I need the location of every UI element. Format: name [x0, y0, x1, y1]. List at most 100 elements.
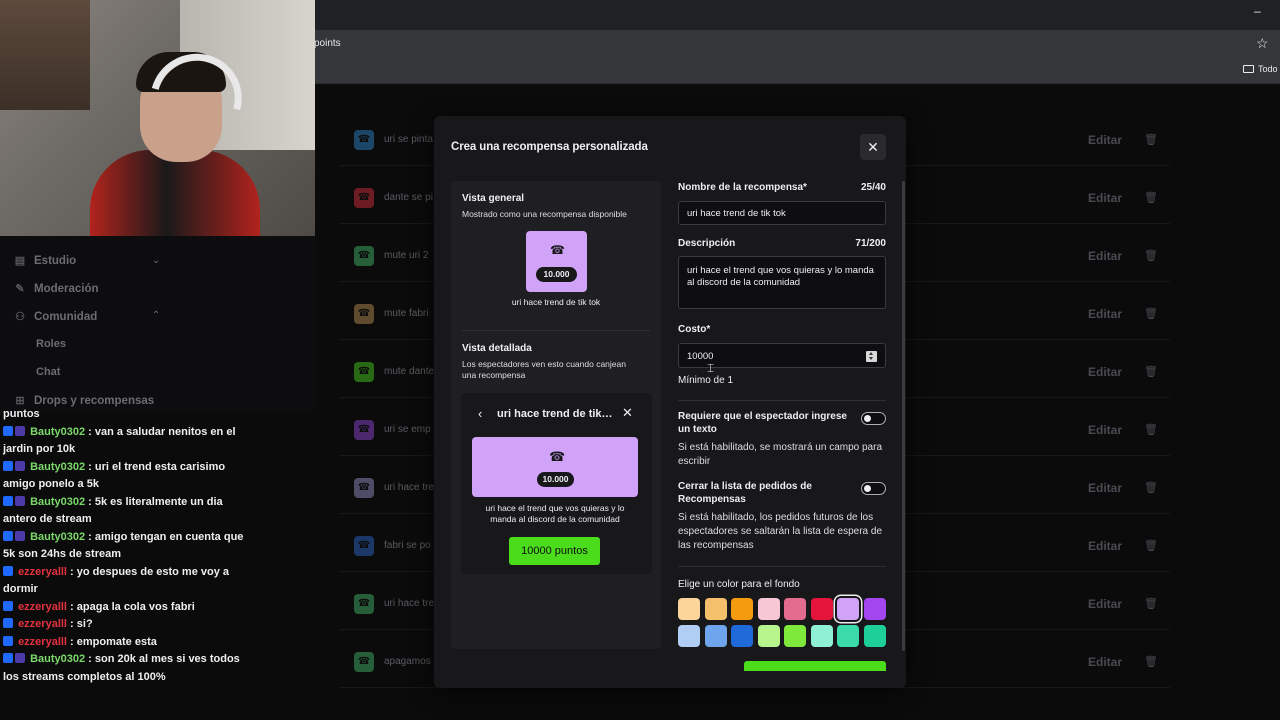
color-swatch[interactable]	[704, 625, 727, 647]
trash-icon[interactable]: 🗑	[1144, 307, 1158, 320]
edit-button[interactable]: Editar	[1088, 249, 1122, 263]
edit-button[interactable]: Editar	[1088, 133, 1122, 147]
cost-label: Costo*	[678, 324, 711, 335]
reward-form: Nombre de la recompensa* 25/40 uri hace …	[678, 181, 886, 671]
wrench-icon: ✎	[15, 283, 25, 295]
badge-icon	[3, 425, 13, 436]
color-swatch[interactable]	[731, 598, 753, 620]
chat-message: ezzeryalll : yo despues de esto me voy a…	[3, 565, 229, 595]
color-swatch[interactable]	[757, 625, 780, 647]
edit-button[interactable]: Editar	[1088, 423, 1122, 437]
color-swatch[interactable]	[837, 625, 859, 647]
trash-icon[interactable]: 🗑	[1144, 481, 1158, 494]
color-swatch[interactable]	[810, 598, 833, 620]
reward-icon: ☎	[354, 593, 374, 614]
trash-icon[interactable]: 🗑	[1144, 249, 1158, 262]
chevron-down-icon[interactable]: ⌄	[152, 255, 160, 266]
creator-sidebar: ▤ Estudio ⌄ ✎ Moderación ⚇ Comunidad ⌃ Role…	[0, 236, 315, 411]
sidebar-subitem-roles[interactable]: Roles	[36, 338, 66, 350]
chat-username[interactable]: ezzeryalll	[18, 618, 67, 630]
cost-badge: 10.000	[536, 267, 577, 282]
chat-text: empomate esta	[76, 635, 157, 648]
color-swatch[interactable]	[704, 598, 727, 620]
sidebar-item-studio[interactable]: ▤ Estudio	[14, 254, 76, 268]
redeem-button[interactable]: 10000 puntos	[509, 537, 600, 565]
trash-icon[interactable]: 🗑	[1144, 597, 1158, 610]
chevron-left-icon[interactable]: ‹	[478, 406, 482, 421]
reward-title: mute fabri	[384, 308, 429, 319]
chat-username[interactable]: ezzeryalll	[18, 636, 67, 648]
modal-scrollbar[interactable]	[902, 181, 905, 651]
color-swatch[interactable]	[810, 625, 833, 647]
color-picker-label: Elige un color para el fondo	[678, 579, 800, 590]
color-swatch[interactable]	[757, 598, 780, 620]
color-swatch[interactable]	[784, 598, 806, 620]
badge-icon	[3, 653, 13, 663]
save-button[interactable]	[744, 661, 886, 671]
chat-username[interactable]: Bauty0302	[30, 653, 85, 665]
trash-icon[interactable]: 🗑	[1144, 365, 1158, 378]
trash-icon[interactable]: 🗑	[1144, 191, 1158, 204]
badge-icon	[15, 653, 25, 663]
edit-button[interactable]: Editar	[1088, 365, 1122, 379]
bookmark-star-icon[interactable]: ☆	[1256, 35, 1269, 52]
trash-icon[interactable]: 🗑	[1144, 133, 1158, 146]
cost-hint: Mínimo de 1	[678, 375, 734, 386]
webcam-person-shirt	[90, 150, 260, 236]
divider	[678, 400, 886, 401]
chat-username[interactable]: ezzeryalll	[18, 566, 67, 578]
chat-overlay: puntos Bauty0302 : van a saludar nenitos…	[0, 406, 250, 720]
minimize-icon[interactable]: –	[1254, 4, 1261, 18]
chat-username[interactable]: Bauty0302	[30, 426, 85, 438]
badge-icon	[3, 618, 13, 628]
chat-username[interactable]: Bauty0302	[30, 461, 85, 473]
sidebar-item-community[interactable]: ⚇ Comunidad	[14, 310, 97, 324]
number-stepper-icon[interactable]	[866, 351, 877, 362]
edit-button[interactable]: Editar	[1088, 539, 1122, 553]
color-swatch[interactable]	[678, 598, 700, 620]
color-swatch[interactable]	[863, 598, 886, 620]
webcam-feed	[0, 0, 315, 236]
edit-button[interactable]: Editar	[1088, 597, 1122, 611]
trash-icon[interactable]: 🗑	[1144, 539, 1158, 552]
sidebar-item-label: Moderación	[34, 282, 99, 295]
color-swatch[interactable]	[731, 625, 753, 647]
edit-button[interactable]: Editar	[1088, 481, 1122, 495]
reward-icon: ☎	[354, 245, 374, 266]
chat-username[interactable]: Bauty0302	[30, 531, 85, 543]
reward-name-label: Nombre de la recompensa*	[678, 182, 807, 193]
reward-title: uri hace tre	[384, 482, 435, 493]
skip-queue-toggle[interactable]	[861, 482, 886, 495]
sidebar-item-moderation[interactable]: ✎ Moderación	[14, 282, 99, 296]
bookmark-folder[interactable]: Todo	[1243, 64, 1278, 74]
edit-button[interactable]: Editar	[1088, 655, 1122, 669]
chat-message: Bauty0302 : amigo tengan en cuenta que 5…	[3, 530, 244, 560]
color-swatch[interactable]	[863, 625, 886, 647]
color-swatch[interactable]	[784, 625, 806, 647]
channel-points-icon: ☎	[550, 243, 565, 257]
edit-button[interactable]: Editar	[1088, 307, 1122, 321]
close-icon[interactable]: ✕	[622, 405, 633, 421]
badge-icon	[15, 425, 25, 436]
reward-title: apagamos	[384, 656, 431, 667]
chat-username[interactable]: ezzeryalll	[18, 601, 67, 613]
trash-icon[interactable]: 🗑	[1144, 655, 1158, 668]
color-swatch[interactable]	[837, 598, 859, 620]
detail-card-title: uri hace trend de tik tok	[497, 408, 615, 420]
trash-icon[interactable]: 🗑	[1144, 423, 1158, 436]
detail-preview-subtitle: Los espectadores ven esto cuando canjean…	[462, 359, 626, 380]
folder-icon	[1243, 65, 1254, 73]
video-icon: ▤	[14, 255, 26, 267]
description-textarea[interactable]: uri hace el trend que vos quieras y lo m…	[678, 256, 886, 309]
reward-icon: ☎	[354, 419, 374, 440]
badge-icon	[3, 600, 13, 611]
close-button[interactable]: ✕	[860, 134, 886, 160]
edit-button[interactable]: Editar	[1088, 191, 1122, 205]
chevron-up-icon[interactable]: ⌃	[152, 310, 160, 321]
reward-detail-card: ‹ uri hace trend de tik tok ✕ ☎ 10.000 u…	[461, 393, 652, 574]
require-input-toggle[interactable]	[861, 412, 886, 425]
color-swatch[interactable]	[678, 625, 700, 647]
sidebar-subitem-chat[interactable]: Chat	[36, 366, 60, 378]
chat-username[interactable]: Bauty0302	[30, 496, 85, 508]
reward-name-input[interactable]: uri hace trend de tik tok	[678, 201, 886, 225]
